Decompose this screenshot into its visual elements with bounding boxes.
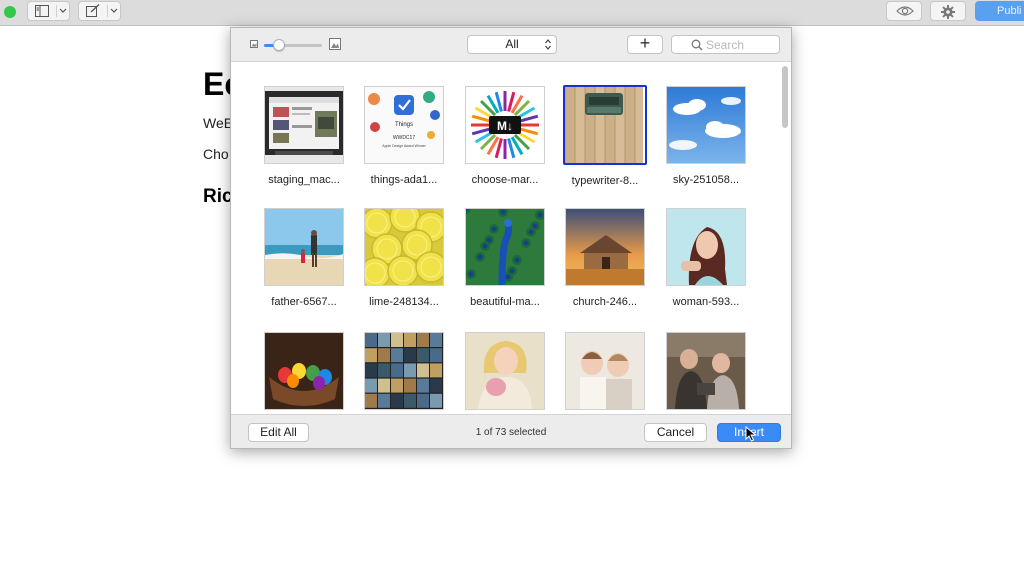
compose-icon bbox=[86, 4, 100, 17]
image-thumbnail[interactable]: lime-248134... bbox=[364, 208, 444, 308]
chevron-down-icon[interactable] bbox=[110, 8, 118, 14]
thumbnail-image[interactable] bbox=[666, 208, 746, 286]
app-toolbar: Publi bbox=[0, 0, 1024, 26]
mouse-cursor-icon bbox=[745, 426, 757, 442]
document-paragraph: Cho bbox=[203, 146, 229, 162]
image-thumbnail[interactable]: staging_mac... bbox=[264, 86, 344, 186]
thumbnail-image[interactable] bbox=[264, 86, 344, 164]
image-thumbnail[interactable]: typewriter-8... bbox=[563, 85, 647, 187]
image-thumbnail[interactable]: beautiful-ma... bbox=[465, 208, 545, 308]
cancel-button[interactable]: Cancel bbox=[644, 423, 707, 442]
selection-status: 1 of 73 selected bbox=[475, 427, 547, 438]
image-grid: staging_mac... Things WWDC17 Apple Design A… bbox=[231, 62, 791, 414]
image-picker-dialog: All + staging_mac... Things WWDC17 Apple De… bbox=[230, 27, 792, 449]
thumbnail-label: things-ada1... bbox=[370, 174, 438, 186]
document-paragraph: WeE bbox=[203, 115, 234, 131]
search-icon bbox=[691, 39, 703, 51]
thumbnail-label: beautiful-ma... bbox=[470, 296, 540, 308]
thumbnail-image[interactable] bbox=[666, 86, 746, 164]
svg-text:M↓: M↓ bbox=[497, 119, 513, 133]
vertical-scrollbar[interactable] bbox=[781, 64, 789, 414]
publish-button[interactable]: Publi bbox=[975, 1, 1024, 21]
image-thumbnail[interactable] bbox=[264, 332, 344, 414]
thumbnail-label: choose-mar... bbox=[471, 174, 539, 186]
chevron-down-icon[interactable] bbox=[59, 8, 67, 14]
image-thumbnail[interactable]: M↓ choose-mar... bbox=[465, 86, 545, 186]
dialog-footer-bar: Edit All 1 of 73 selected Cancel Insert bbox=[231, 414, 791, 448]
image-thumbnail[interactable] bbox=[465, 332, 545, 414]
filter-select-value: All bbox=[505, 37, 519, 51]
search-input[interactable] bbox=[706, 37, 774, 52]
thumbnail-image[interactable] bbox=[264, 332, 344, 410]
thumbnail-image[interactable] bbox=[563, 85, 647, 165]
filter-select[interactable]: All bbox=[467, 35, 557, 54]
thumbnail-image[interactable] bbox=[465, 208, 545, 286]
thumbnail-image[interactable]: M↓ bbox=[465, 86, 545, 164]
small-image-icon[interactable] bbox=[250, 40, 258, 48]
preview-button[interactable] bbox=[886, 1, 922, 21]
large-image-icon[interactable] bbox=[329, 38, 341, 50]
thumbnail-label: father-6567... bbox=[271, 296, 337, 308]
thumbnail-label: church-246... bbox=[572, 296, 638, 308]
thumbnail-label: lime-248134... bbox=[369, 296, 439, 308]
up-down-chevron-icon bbox=[545, 39, 551, 50]
thumbnail-image[interactable] bbox=[364, 332, 444, 410]
image-thumbnail[interactable]: church-246... bbox=[565, 208, 645, 308]
thumbnail-image[interactable] bbox=[565, 332, 645, 410]
add-image-button[interactable]: + bbox=[627, 33, 663, 54]
thumbnail-label: staging_mac... bbox=[268, 174, 340, 186]
sidebar-icon bbox=[35, 5, 49, 17]
thumbnail-image[interactable]: Things WWDC17 Apple Design Award Winner bbox=[364, 86, 444, 164]
settings-button[interactable] bbox=[930, 1, 966, 21]
image-thumbnail[interactable]: sky-251058... bbox=[666, 86, 746, 186]
svg-text:WWDC17: WWDC17 bbox=[393, 135, 415, 141]
thumbnail-image[interactable] bbox=[565, 208, 645, 286]
edit-all-button[interactable]: Edit All bbox=[248, 423, 309, 442]
window-zoom-button[interactable] bbox=[4, 6, 16, 18]
image-thumbnail[interactable]: woman-593... bbox=[666, 208, 746, 308]
scrollbar-thumb[interactable] bbox=[782, 66, 788, 128]
svg-text:Things: Things bbox=[395, 122, 413, 128]
image-thumbnail[interactable]: father-6567... bbox=[264, 208, 344, 308]
gear-icon bbox=[941, 5, 955, 19]
thumbnail-image[interactable] bbox=[264, 208, 344, 286]
search-field[interactable] bbox=[671, 35, 780, 54]
thumbnail-image[interactable] bbox=[364, 208, 444, 286]
eye-icon bbox=[896, 6, 914, 16]
compose-group[interactable] bbox=[78, 1, 121, 21]
slider-knob[interactable] bbox=[272, 39, 285, 51]
dialog-header-bar: All + bbox=[231, 28, 791, 62]
thumbnail-label: typewriter-8... bbox=[571, 175, 639, 187]
thumbnail-image[interactable] bbox=[465, 332, 545, 410]
thumbnail-label: woman-593... bbox=[672, 296, 740, 308]
image-thumbnail[interactable] bbox=[565, 332, 645, 414]
image-thumbnail[interactable] bbox=[364, 332, 444, 414]
image-thumbnail[interactable]: Things WWDC17 Apple Design Award Winner thi… bbox=[364, 86, 444, 186]
thumbnail-size-slider[interactable] bbox=[264, 39, 322, 51]
plus-icon: + bbox=[639, 33, 651, 53]
svg-text:Apple Design Award Winner: Apple Design Award Winner bbox=[382, 144, 426, 148]
sidebar-toggle-group[interactable] bbox=[27, 1, 70, 21]
image-thumbnail[interactable] bbox=[666, 332, 746, 414]
thumbnail-label: sky-251058... bbox=[672, 174, 740, 186]
thumbnail-image[interactable] bbox=[666, 332, 746, 410]
